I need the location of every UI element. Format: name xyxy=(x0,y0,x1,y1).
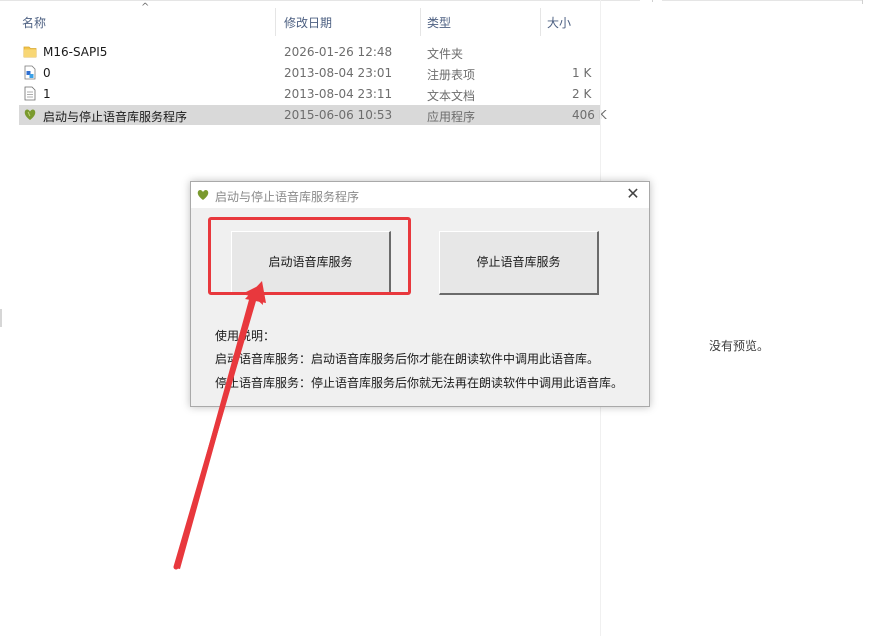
column-size-header[interactable]: 大小 xyxy=(547,14,571,31)
column-separator[interactable] xyxy=(540,8,541,36)
file-type: 注册表项 xyxy=(427,68,476,82)
scroll-edge-marker xyxy=(0,309,2,327)
registry-file-icon xyxy=(24,65,36,80)
file-date: 2013-08-04 23:11 xyxy=(284,87,393,101)
file-row[interactable]: 0 2013-08-04 23:01 注册表项 1 K xyxy=(19,63,600,83)
file-name: 启动与停止语音库服务程序 xyxy=(43,110,188,124)
text-file-icon xyxy=(24,86,36,101)
column-type-header[interactable]: 类型 xyxy=(427,14,451,31)
file-type: 文本文档 xyxy=(427,89,476,103)
app-icon xyxy=(24,109,36,120)
preview-header-border xyxy=(662,0,862,1)
instructions-title: 使用说明： xyxy=(215,329,276,343)
instruction-start: 启动语音库服务：启动语音库服务后你才能在朗读软件中调用此语音库。 xyxy=(215,352,600,366)
file-date: 2013-08-04 23:01 xyxy=(284,66,393,80)
file-name: M16-SAPI5 xyxy=(43,45,108,59)
stop-service-label: 停止语音库服务 xyxy=(476,255,561,269)
file-size: 406 K xyxy=(572,108,607,122)
file-size: 2 K xyxy=(572,87,592,101)
file-date: 2015-06-06 10:53 xyxy=(284,108,393,122)
file-name: 1 xyxy=(43,87,51,101)
no-preview-text: 没有预览。 xyxy=(709,339,770,353)
preview-header-edge xyxy=(862,0,863,4)
file-row[interactable]: 1 2013-08-04 23:11 文本文档 2 K xyxy=(19,84,600,104)
instruction-stop: 停止语音库服务：停止语音库服务后你就无法再在朗读软件中调用此语音库。 xyxy=(215,376,624,390)
column-separator[interactable] xyxy=(420,8,421,36)
file-size: 1 K xyxy=(572,66,592,80)
file-type: 文件夹 xyxy=(427,47,464,61)
start-service-label: 启动语音库服务 xyxy=(268,255,353,269)
stop-service-button[interactable]: 停止语音库服务 xyxy=(439,231,599,295)
app-icon xyxy=(197,190,209,200)
column-name-header[interactable]: 名称 xyxy=(22,14,46,31)
close-icon[interactable]: ✕ xyxy=(623,184,643,204)
sort-ascending-icon: ^ xyxy=(141,2,150,13)
column-date-header[interactable]: 修改日期 xyxy=(284,14,332,31)
column-header: ^ 名称 修改日期 类型 大小 xyxy=(0,0,600,41)
folder-icon xyxy=(23,46,37,58)
file-name: 0 xyxy=(43,66,51,80)
explorer-window: ^ 名称 修改日期 类型 大小 M16-SAPI5 2026-01-26 12:… xyxy=(0,0,878,636)
dialog-titlebar[interactable]: 启动与停止语音库服务程序 ✕ xyxy=(191,182,649,208)
preview-header-edge xyxy=(652,0,653,2)
file-type: 应用程序 xyxy=(427,110,476,124)
file-date: 2026-01-26 12:48 xyxy=(284,45,393,59)
dialog-title: 启动与停止语音库服务程序 xyxy=(215,190,360,204)
file-row[interactable]: M16-SAPI5 2026-01-26 12:48 文件夹 xyxy=(19,42,600,62)
file-row-selected[interactable]: 启动与停止语音库服务程序 2015-06-06 10:53 应用程序 406 K xyxy=(19,105,607,125)
column-separator[interactable] xyxy=(275,8,276,36)
service-dialog: 启动与停止语音库服务程序 ✕ 启动语音库服务 停止语音库服务 使用说明： 启动语… xyxy=(190,181,650,407)
start-service-button[interactable]: 启动语音库服务 xyxy=(231,231,391,295)
